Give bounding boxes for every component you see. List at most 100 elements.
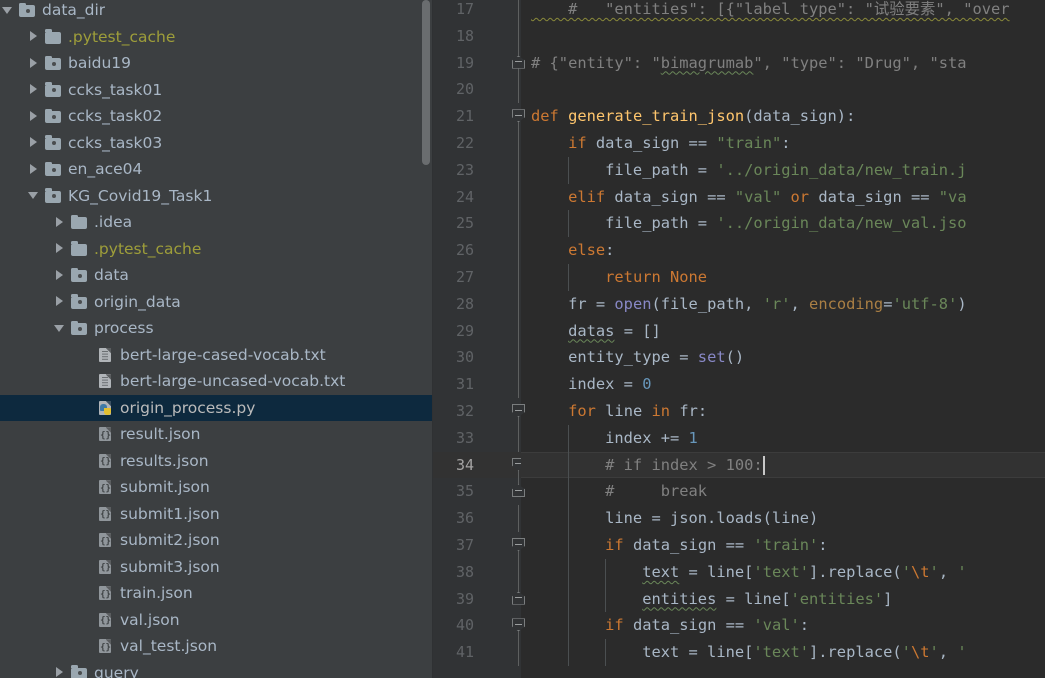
chevron-right-icon[interactable] — [54, 216, 65, 228]
code-line[interactable]: entities = line['entities'] — [521, 585, 1045, 613]
tree-file-row[interactable]: {} train.json — [0, 580, 433, 607]
code-line[interactable]: line = json.loads(line) — [521, 505, 1045, 532]
code-line[interactable]: entity_type = set() — [521, 344, 1045, 371]
gutter-line[interactable]: 28 — [433, 290, 521, 318]
chevron-right-icon[interactable] — [28, 163, 39, 175]
code-line[interactable]: if data_sign == 'train': — [521, 532, 1045, 559]
chevron-right-icon[interactable] — [54, 269, 65, 281]
gutter-line[interactable]: 31 — [433, 371, 521, 398]
gutter-line[interactable]: 21 — [433, 103, 525, 131]
code-line[interactable]: index += 1 — [521, 424, 1045, 452]
gutter-line[interactable]: 25 — [433, 210, 521, 238]
tree-file-row[interactable]: {} submit1.json — [0, 501, 433, 528]
code-line[interactable]: def generate_train_json(data_sign): — [521, 103, 1045, 130]
gutter-line[interactable]: 37 — [433, 532, 525, 559]
tree-item-label: process — [94, 319, 154, 338]
gutter-line[interactable]: 30 — [433, 344, 521, 372]
gutter-line[interactable]: 19 — [433, 49, 525, 77]
tree-folder-row[interactable]: en_ace04 — [0, 156, 433, 183]
code-line[interactable]: datas = [] — [521, 318, 1045, 345]
code-line[interactable]: # if index > 100: — [521, 451, 1045, 479]
gutter-line[interactable]: 32 — [433, 398, 525, 425]
code-line[interactable]: return None — [521, 264, 1045, 291]
tree-file-row[interactable]: {} val_test.json — [0, 633, 433, 660]
code-line[interactable]: else: — [521, 237, 1045, 264]
code-line[interactable]: fr = open(file_path, 'r', encoding='utf-… — [521, 291, 1045, 318]
project-tree-panel[interactable]: data_dir .pytest_cache baidu19 ccks_task01 c… — [0, 0, 433, 678]
gutter-line[interactable]: 38 — [433, 558, 521, 586]
gutter-line[interactable]: 27 — [433, 264, 521, 291]
tree-folder-row[interactable]: ccks_task01 — [0, 77, 433, 104]
tree-folder-row[interactable]: query — [0, 660, 433, 678]
chevron-right-icon[interactable] — [28, 110, 39, 122]
code-line[interactable]: file_path = '../origin_data/new_val.jso — [521, 210, 1045, 238]
gutter-line[interactable]: 23 — [433, 156, 521, 184]
chevron-down-icon[interactable] — [2, 5, 13, 16]
editor-code-area[interactable]: # "entities": [{"label type": "试验要素", "o… — [521, 0, 1045, 678]
code-line[interactable]: index = 0 — [521, 371, 1045, 398]
fold-guide-line — [518, 210, 519, 238]
gutter-line[interactable]: 22 — [433, 130, 521, 157]
chevron-right-icon[interactable] — [28, 57, 39, 69]
code-line[interactable]: text = line['text'].replace('\t', ' — [521, 558, 1045, 586]
code-line[interactable]: # break — [521, 478, 1045, 506]
chevron-right-icon[interactable] — [28, 137, 39, 148]
tree-folder-row[interactable]: origin_data — [0, 289, 433, 316]
gutter-line[interactable]: 33 — [433, 424, 521, 452]
chevron-down-icon[interactable] — [28, 190, 39, 201]
code-text: else: — [531, 237, 614, 264]
gutter-line[interactable]: 41 — [433, 639, 521, 666]
chevron-right-icon[interactable] — [54, 296, 65, 307]
code-line[interactable]: for line in fr: — [521, 398, 1045, 425]
tree-file-row[interactable]: bert-large-cased-vocab.txt — [0, 342, 433, 369]
gutter-line[interactable]: 17 — [433, 0, 521, 23]
tree-folder-row[interactable]: baidu19 — [0, 50, 433, 77]
tree-item-label: .pytest_cache — [94, 239, 202, 258]
tree-file-row[interactable]: {} submit3.json — [0, 554, 433, 581]
tree-file-row[interactable]: {} val.json — [0, 607, 433, 634]
tree-file-row[interactable]: {} submit.json — [0, 474, 433, 501]
tree-folder-row[interactable]: ccks_task03 — [0, 130, 433, 157]
code-line[interactable]: if data_sign == 'val': — [521, 612, 1045, 640]
gutter-line[interactable]: 40 — [433, 612, 525, 640]
chevron-right-icon[interactable] — [54, 243, 65, 254]
project-tree-scrollbar[interactable] — [422, 0, 430, 165]
gutter-line[interactable]: 35 — [433, 478, 525, 505]
tree-folder-row[interactable]: KG_Covid19_Task1 — [0, 183, 433, 210]
code-editor[interactable]: 17 18 19 20 21 22 23 24 25 26 27 28 29 30 31 32 33 34 35 36… — [433, 0, 1045, 678]
gutter-line[interactable]: 34 — [433, 451, 525, 479]
gutter-line[interactable]: 26 — [433, 237, 521, 264]
chevron-down-icon[interactable] — [54, 323, 65, 334]
tree-file-row[interactable]: {} result.json — [0, 421, 433, 448]
code-line[interactable]: file_path = '../origin_data/new_train.j — [521, 156, 1045, 184]
code-line[interactable] — [521, 23, 1045, 50]
gutter-line[interactable]: 29 — [433, 317, 521, 345]
tree-file-row[interactable]: {} results.json — [0, 448, 433, 475]
code-line[interactable]: # {"entity": "bimagrumab", "type": "Drug… — [521, 50, 1045, 77]
gutter-line[interactable]: 39 — [433, 585, 525, 613]
code-line[interactable]: text = line['text'].replace('\t', ' — [521, 639, 1045, 666]
code-line[interactable] — [521, 76, 1045, 103]
chevron-right-icon[interactable] — [54, 667, 65, 678]
tree-folder-row[interactable]: data_dir — [0, 0, 433, 24]
tree-folder-row[interactable]: data — [0, 262, 433, 289]
tree-folder-row[interactable]: .idea — [0, 209, 433, 236]
chevron-right-icon[interactable] — [28, 31, 39, 42]
gutter-line[interactable]: 20 — [433, 76, 521, 104]
tree-folder-row[interactable]: process — [0, 315, 433, 342]
gutter-line[interactable]: 18 — [433, 22, 521, 50]
code-line[interactable]: elif data_sign == "val" or data_sign == … — [521, 184, 1045, 211]
tree-folder-row[interactable]: ccks_task02 — [0, 103, 433, 130]
chevron-right-icon[interactable] — [28, 84, 39, 95]
code-token: 'entities' — [790, 589, 884, 608]
gutter-line[interactable]: 36 — [433, 505, 521, 532]
tree-file-row[interactable]: {} submit2.json — [0, 527, 433, 554]
tree-file-row[interactable]: bert-large-uncased-vocab.txt — [0, 368, 433, 395]
tree-file-row[interactable]: origin_process.py — [0, 394, 433, 421]
tree-folder-row[interactable]: .pytest_cache — [0, 24, 433, 51]
tree-folder-row[interactable]: .pytest_cache — [0, 236, 433, 263]
code-line[interactable]: # "entities": [{"label type": "试验要素", "o… — [521, 0, 1045, 23]
gutter-line[interactable]: 24 — [433, 183, 521, 211]
code-line[interactable]: if data_sign == "train": — [521, 130, 1045, 157]
editor-gutter[interactable]: 17 18 19 20 21 22 23 24 25 26 27 28 29 30 31 32 33 34 35 36… — [433, 0, 525, 678]
